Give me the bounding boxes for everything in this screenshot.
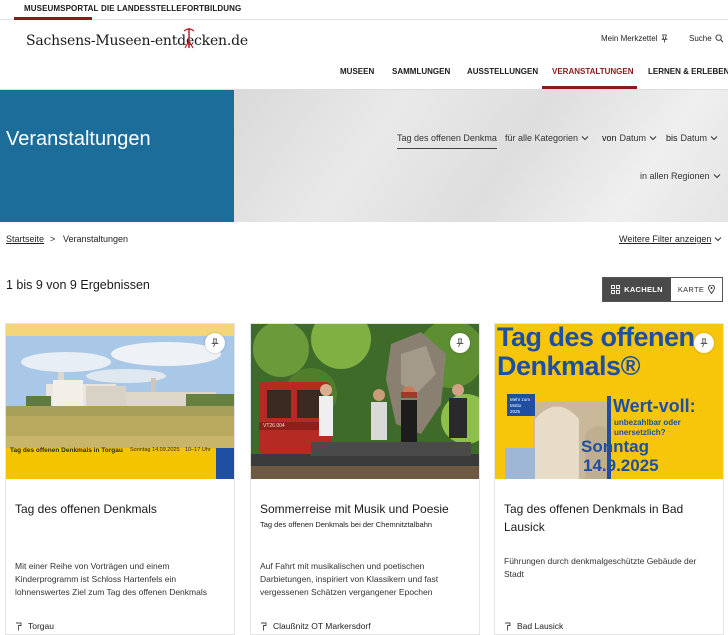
event-location-label: Torgau	[28, 621, 54, 631]
event-description: Auf Fahrt mit musikalischen und poetisch…	[260, 561, 439, 597]
grid-icon	[611, 285, 621, 294]
more-filters-link[interactable]: Weitere Filter anzeigen	[619, 234, 722, 244]
search-label: Suche	[689, 34, 712, 43]
event-card-sommerreise[interactable]: VT26.004 Sommerreise mit Musik und Poesi…	[250, 323, 480, 635]
region-select[interactable]: in allen Regionen	[640, 171, 721, 181]
view-tiles-button[interactable]: KACHELN	[603, 278, 671, 301]
poster-badge: Mehr zum Motto 2025	[507, 394, 535, 416]
topbar-item-fortbildung[interactable]: FORTBILDUNG	[182, 4, 241, 13]
bookmark-button[interactable]	[694, 333, 714, 353]
location-pin-icon	[261, 622, 267, 630]
date-from-value: Datum	[619, 133, 647, 143]
poster-motto: Wert-voll:	[613, 396, 696, 416]
chevron-down-icon	[710, 136, 718, 141]
event-title[interactable]: Tag des offenen Denkmals	[15, 500, 227, 518]
torgau-photo	[6, 324, 234, 479]
nav-item-lernen-erleben[interactable]: LERNEN & ERLEBEN	[648, 67, 728, 76]
breadcrumb-current: Veranstaltungen	[63, 234, 129, 244]
nav-item-ausstellungen[interactable]: AUSSTELLUNGEN	[467, 67, 538, 76]
poster-motto-sub-2: unersetzlich?	[614, 428, 666, 437]
location-pin-icon	[16, 622, 22, 630]
hero-filter-panel	[234, 90, 728, 222]
location-pin-icon	[505, 622, 511, 630]
event-card-bad-lausick[interactable]: Tag des offenen Denkmals® Mehr zum Motto…	[494, 323, 724, 635]
logo-text: Sachsens-Museen-entdecken.de	[26, 33, 248, 49]
pin-icon	[456, 338, 464, 348]
poster-line-2: Denkmals®	[497, 351, 640, 381]
banner-date-torgau: Sonntag 14.09.2025	[130, 447, 180, 453]
event-image-bad-lausick: Tag des offenen Denkmals® Mehr zum Motto…	[495, 324, 723, 479]
category-select-value: für alle Kategorien	[505, 133, 579, 143]
pin-icon	[700, 338, 708, 348]
view-tiles-label: KACHELN	[624, 285, 663, 294]
event-title[interactable]: Sommerreise mit Musik und Poesie	[260, 500, 472, 518]
event-image-torgau: Tag des offenen Denkmals in Torgau Sonnt…	[6, 324, 234, 479]
notepad-label: Mein Merkzettel	[601, 34, 658, 43]
topbar-item-landesstelle[interactable]: DIE LANDESSTELLE	[101, 4, 182, 13]
page-title: Veranstaltungen	[6, 128, 151, 150]
poster-date: 14.9.2025	[583, 456, 659, 475]
banner-text-torgau: Tag des offenen Denkmals in Torgau	[10, 447, 123, 454]
results-count: 1 bis 9 von 9 Ergebnissen	[6, 278, 150, 292]
event-location: Torgau	[15, 621, 54, 631]
site-logo[interactable]: Sachsens-Museen-entdecken.de	[26, 27, 248, 53]
bookmark-button[interactable]	[450, 333, 470, 353]
chevron-down-icon	[715, 237, 722, 242]
search-link[interactable]: Suche	[689, 34, 724, 43]
view-map-button[interactable]: KARTE	[671, 278, 722, 301]
event-card-torgau[interactable]: Tag des offenen Denkmals in Torgau Sonnt…	[5, 323, 235, 635]
date-from-label: von	[602, 133, 617, 143]
event-title[interactable]: Tag des offenen Denkmals in Bad Lausick	[504, 500, 716, 536]
chevron-down-icon	[649, 136, 657, 141]
chevron-down-icon	[713, 174, 720, 179]
search-icon	[715, 34, 724, 43]
notepad-link[interactable]: Mein Merkzettel	[601, 34, 669, 43]
poster-day: Sonntag	[581, 437, 649, 456]
pin-icon	[662, 34, 668, 43]
banner-time-torgau: 10–17 Uhr	[185, 447, 211, 453]
chevron-down-icon	[581, 136, 589, 141]
map-pin-icon	[708, 285, 716, 294]
breadcrumb-home[interactable]: Startseite	[6, 234, 44, 244]
category-select[interactable]: für alle Kategorien	[505, 133, 589, 143]
nav-item-museen[interactable]: MUSEEN	[340, 67, 374, 76]
event-location: Claußnitz OT Markersdorf	[260, 621, 371, 631]
railcar-photo	[251, 324, 479, 479]
event-image-sommerreise: VT26.004	[251, 324, 479, 479]
logo-figure-icon	[183, 28, 195, 49]
region-select-value: in allen Regionen	[640, 171, 710, 181]
event-description: Führungen durch denkmalgeschützte Gebäud…	[504, 556, 697, 579]
railcar-number: VT26.004	[263, 423, 285, 429]
date-to-select[interactable]: bis Datum	[666, 133, 718, 143]
search-input[interactable]: Tag des offenen Denkma	[397, 131, 497, 149]
date-to-value: Datum	[680, 133, 708, 143]
portal-topbar: MUSEUMSPORTAL DIE LANDESSTELLE FORTBILDU…	[0, 0, 728, 20]
pin-icon	[211, 338, 219, 348]
nav-item-sammlungen[interactable]: SAMMLUNGEN	[392, 67, 450, 76]
bookmark-button[interactable]	[205, 333, 225, 353]
more-filters-label: Weitere Filter anzeigen	[619, 234, 712, 244]
date-from-select[interactable]: von Datum	[602, 133, 657, 143]
poster-line-1: Tag des offenen	[497, 324, 695, 352]
view-toggle: KACHELN KARTE	[602, 277, 723, 302]
view-map-label: KARTE	[677, 285, 705, 294]
poster-motto-sub-1: unbezahlbar oder	[614, 418, 681, 427]
event-description: Mit einer Reihe von Vorträgen und einem …	[15, 561, 207, 597]
date-to-label: bis	[666, 133, 678, 143]
event-subtitle: Tag des offenen Denkmals bei der Chemnit…	[260, 520, 433, 529]
topbar-item-museumsportal[interactable]: MUSEUMSPORTAL	[24, 4, 98, 13]
hero-title-panel	[0, 90, 234, 222]
nav-item-veranstaltungen[interactable]: VERANSTALTUNGEN	[552, 67, 633, 76]
breadcrumb-separator: >	[50, 234, 56, 244]
event-location-label: Claußnitz OT Markersdorf	[273, 621, 371, 631]
event-location: Bad Lausick	[504, 621, 563, 631]
topbar-active-indicator	[14, 17, 92, 20]
event-location-label: Bad Lausick	[517, 621, 564, 631]
